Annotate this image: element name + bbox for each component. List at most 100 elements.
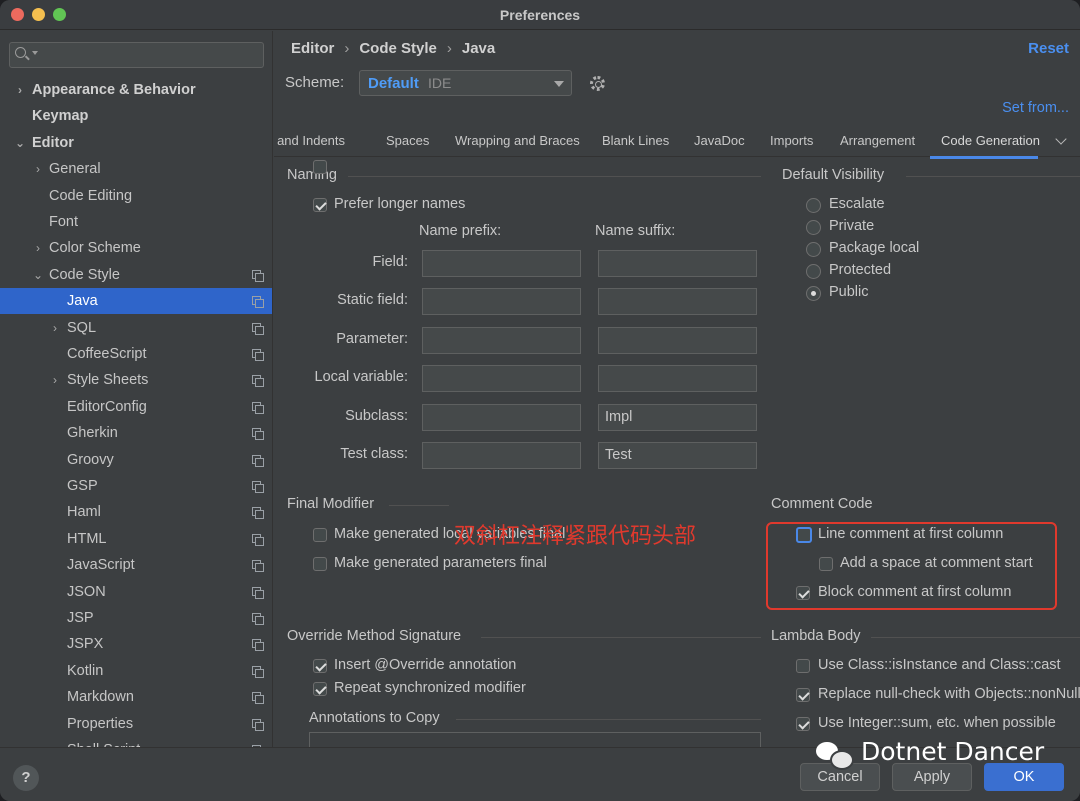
sidebar-item[interactable]: Code Editing — [0, 183, 272, 209]
name-prefix-input[interactable] — [422, 288, 581, 316]
sidebar-item[interactable]: › General — [0, 156, 272, 182]
apply-button[interactable]: Apply — [892, 763, 972, 791]
breadcrumb-item-code-style[interactable]: Code Style — [359, 40, 437, 57]
project-scheme-icon — [252, 560, 264, 573]
visibility-radio[interactable] — [806, 220, 821, 235]
sidebar-item[interactable]: GSP — [0, 473, 272, 499]
sidebar-item[interactable]: Font — [0, 209, 272, 235]
separator — [456, 719, 761, 720]
separator — [389, 505, 449, 506]
sidebar-item[interactable]: › Style Sheets — [0, 367, 272, 393]
name-prefix-input[interactable] — [422, 250, 581, 277]
replace-nullcheck-checkbox[interactable] — [796, 688, 810, 702]
visibility-radio[interactable] — [806, 264, 821, 279]
ok-button[interactable]: OK — [984, 763, 1064, 791]
sidebar-item[interactable]: Kotlin — [0, 658, 272, 684]
gear-icon[interactable] — [590, 76, 605, 91]
sidebar-item[interactable]: › Color Scheme — [0, 235, 272, 261]
name-suffix-input[interactable]: Test — [598, 442, 757, 469]
make-final-locals-checkbox[interactable] — [313, 160, 327, 174]
tab-tabs-and-indents[interactable]: Tabs and Indents — [274, 133, 345, 148]
sidebar-item[interactable]: Keymap — [0, 103, 272, 129]
name-suffix-input[interactable]: Impl — [598, 403, 757, 431]
sidebar-item[interactable]: Markdown — [0, 684, 272, 710]
sidebar-item[interactable]: Gherkin — [0, 420, 272, 446]
sidebar-item[interactable]: Shell Script — [0, 737, 272, 747]
sidebar-item[interactable]: Groovy — [0, 447, 272, 473]
chevron-down-icon — [554, 81, 564, 87]
sidebar-item[interactable]: Properties — [0, 711, 272, 737]
make-params-final-checkbox[interactable] — [313, 557, 327, 571]
sidebar-item[interactable]: JSP — [0, 605, 272, 631]
replace-nullcheck-label: Replace null-check with Objects::nonNull — [818, 686, 1080, 702]
visibility-radio[interactable] — [806, 286, 821, 301]
name-suffix-input[interactable] — [598, 365, 757, 393]
sidebar-item-label: Code Style — [49, 266, 120, 283]
prefer-longer-checkbox[interactable] — [313, 198, 327, 212]
chevron-down-icon[interactable]: ⌄ — [13, 130, 27, 156]
line-comment-label: Line comment at first column — [818, 526, 1004, 542]
chevron-right-icon[interactable]: › — [31, 156, 45, 182]
sidebar-item[interactable]: Java — [0, 288, 272, 315]
name-prefix-input[interactable] — [422, 326, 581, 354]
chevron-right-icon[interactable]: › — [48, 315, 62, 341]
comment-code-title: Comment Code — [771, 496, 873, 512]
sidebar-item[interactable]: › SQL — [0, 315, 272, 341]
name-suffix-input[interactable] — [598, 288, 757, 316]
sidebar-item[interactable]: › Appearance & Behavior — [0, 77, 272, 103]
name-prefix-input[interactable] — [422, 403, 581, 431]
visibility-radio[interactable] — [806, 242, 821, 257]
breadcrumb-separator: › — [446, 40, 452, 57]
sidebar-item[interactable]: JSON — [0, 579, 272, 605]
chevron-right-icon[interactable]: › — [48, 367, 62, 393]
scheme-value: Default — [368, 75, 419, 92]
search-input[interactable] — [9, 42, 264, 68]
reset-link[interactable]: Reset — [1028, 40, 1069, 57]
name-suffix-input[interactable] — [598, 250, 757, 277]
preferences-window: Preferences › Appearance & Behavior Keymap… — [0, 0, 1080, 801]
tab-blank-lines[interactable]: Blank Lines — [602, 133, 669, 148]
sidebar-item[interactable]: JavaScript — [0, 552, 272, 578]
chevron-down-icon[interactable]: ⌄ — [31, 262, 45, 288]
sidebar-item[interactable]: Haml — [0, 499, 272, 525]
sidebar-item[interactable]: EditorConfig — [0, 394, 272, 420]
insert-override-checkbox[interactable] — [313, 659, 327, 673]
help-button[interactable]: ? — [13, 765, 39, 791]
sidebar-item[interactable]: ⌄ Editor — [0, 130, 272, 156]
search-options-icon[interactable] — [32, 51, 38, 55]
sidebar-item-label: Shell Script — [67, 737, 140, 747]
tab-javadoc[interactable]: JavaDoc — [694, 133, 745, 148]
visibility-radio[interactable] — [806, 198, 821, 213]
scheme-select[interactable]: Default IDE — [359, 70, 572, 96]
tab-wrapping-and-braces[interactable]: Wrapping and Braces — [455, 133, 580, 148]
scheme-scope: IDE — [428, 75, 452, 91]
sidebar-item[interactable]: JSPX — [0, 631, 272, 657]
line-comment-checkbox[interactable] — [796, 527, 812, 543]
add-space-checkbox[interactable] — [819, 557, 833, 571]
chevron-right-icon[interactable]: › — [31, 235, 45, 261]
sidebar-item-label: JSON — [67, 583, 106, 600]
name-prefix-input[interactable] — [422, 442, 581, 469]
name-prefix-input[interactable] — [422, 365, 581, 393]
block-comment-checkbox[interactable] — [796, 586, 810, 600]
use-integer-sum-checkbox[interactable] — [796, 717, 810, 731]
naming-row-label: Subclass: — [345, 407, 408, 424]
tab-spaces[interactable]: Spaces — [386, 133, 429, 148]
sidebar-item[interactable]: CoffeeScript — [0, 341, 272, 367]
sidebar-item-label: Keymap — [32, 108, 89, 125]
sidebar-item-label: Gherkin — [67, 425, 118, 442]
use-isinstance-checkbox[interactable] — [796, 659, 810, 673]
set-from-link[interactable]: Set from... — [1002, 100, 1069, 116]
tab-code-generation[interactable]: Code Generation — [941, 133, 1040, 148]
annotations-to-copy-list[interactable] — [309, 732, 761, 747]
repeat-synchronized-checkbox[interactable] — [313, 682, 327, 696]
sidebar-item[interactable]: HTML — [0, 526, 272, 552]
name-suffix-input[interactable] — [598, 326, 757, 354]
make-local-final-checkbox[interactable] — [313, 528, 327, 542]
breadcrumb-item-editor[interactable]: Editor — [291, 40, 334, 57]
sidebar-item-label: EditorConfig — [67, 398, 147, 415]
tab-arrangement[interactable]: Arrangement — [840, 133, 915, 148]
chevron-right-icon[interactable]: › — [13, 77, 27, 103]
tab-imports[interactable]: Imports — [770, 133, 813, 148]
sidebar-item[interactable]: ⌄ Code Style — [0, 262, 272, 288]
